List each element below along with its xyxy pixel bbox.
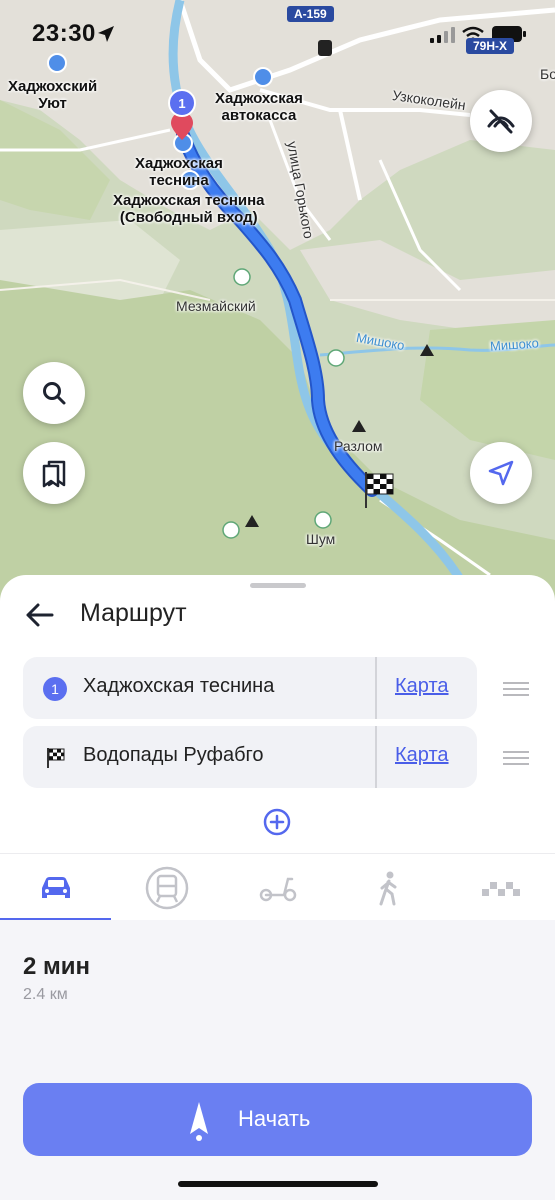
tab-taxi[interactable] [444, 854, 555, 921]
map-view[interactable]: 1 Хаджохский Уют Хаджохская автокасса Ха… [0, 0, 555, 620]
start-button-label: Начать [238, 1106, 311, 1131]
transport-tabs [0, 853, 555, 921]
bookmarks-icon [42, 460, 66, 488]
poi-label-mezmaisky[interactable]: Мезмайский [176, 298, 256, 315]
bus-icon [145, 866, 188, 909]
tab-public-transport[interactable] [111, 854, 222, 921]
tab-scooter[interactable] [222, 854, 333, 921]
waypoint-row-start[interactable]: 1 Хаджохская теснина Карта [23, 657, 477, 719]
drag-handle[interactable] [503, 751, 529, 765]
route-summary: 2 мин 2.4 км Начать [0, 920, 555, 1200]
waypoint-number-icon: 1 [43, 677, 67, 701]
scooter-icon [259, 877, 296, 901]
home-indicator[interactable] [178, 1181, 378, 1187]
poi-label-gorge[interactable]: Хаджохская теснина [135, 155, 223, 189]
route-sheet: Маршрут 1 Хаджохская теснина Карта Водоп… [0, 575, 555, 1200]
taxi-icon [481, 881, 520, 896]
poi-label-bus-station[interactable]: Хаджохская автокасса [215, 90, 303, 124]
search-icon [43, 382, 66, 405]
car-icon [41, 876, 70, 898]
map-link-button[interactable]: Карта [395, 675, 449, 698]
divider [375, 726, 377, 788]
navigation-start-icon [190, 1102, 208, 1141]
my-location-button[interactable] [470, 442, 532, 504]
page-title: Маршрут [80, 599, 187, 627]
route-duration: 2 мин [23, 953, 91, 980]
status-time: 23:30 [32, 20, 96, 47]
traffic-off-icon [487, 109, 515, 134]
start-navigation-button[interactable]: Начать [23, 1083, 532, 1156]
cellular-signal-icon [430, 27, 455, 43]
poi-label-razlom[interactable]: Разлом [334, 438, 383, 455]
waypoint-badge-text: 1 [51, 681, 59, 697]
walk-icon [379, 871, 396, 905]
tab-car[interactable] [0, 854, 111, 921]
road-badge-79n: 79Н-Х [466, 38, 515, 54]
status-bar: 23:30 79Н-Х [0, 0, 555, 70]
finish-flag-icon [47, 748, 65, 768]
waypoint-number: 1 [178, 96, 186, 111]
add-waypoint-icon[interactable] [263, 808, 291, 836]
sheet-grabber[interactable] [250, 583, 306, 588]
tab-walk[interactable] [333, 854, 444, 921]
poi-label-hadzhokh-uyut[interactable]: Хаджохский Уют [8, 78, 97, 112]
river-label-mishoko-2: Мишоко [489, 335, 540, 354]
waypoint-name: Хаджохская теснина [83, 675, 275, 697]
map-link-button[interactable]: Карта [395, 744, 449, 767]
location-arrow-icon [98, 26, 114, 42]
waypoint-row-destination[interactable]: Водопады Руфабго Карта [23, 726, 477, 788]
search-button[interactable] [23, 362, 85, 424]
navigation-arrow-icon [488, 460, 514, 486]
route-distance: 2.4 км [23, 986, 68, 1003]
divider [375, 657, 377, 719]
bookmarks-button[interactable] [23, 442, 85, 504]
back-arrow-icon[interactable] [22, 597, 58, 633]
waypoint-name: Водопады Руфабго [83, 744, 264, 766]
poi-label-gorge-free[interactable]: Хаджохская теснина (Свободный вход) [113, 192, 265, 226]
traffic-toggle-button[interactable] [470, 90, 532, 152]
poi-label-shum[interactable]: Шум [306, 531, 335, 548]
drag-handle[interactable] [503, 682, 529, 696]
